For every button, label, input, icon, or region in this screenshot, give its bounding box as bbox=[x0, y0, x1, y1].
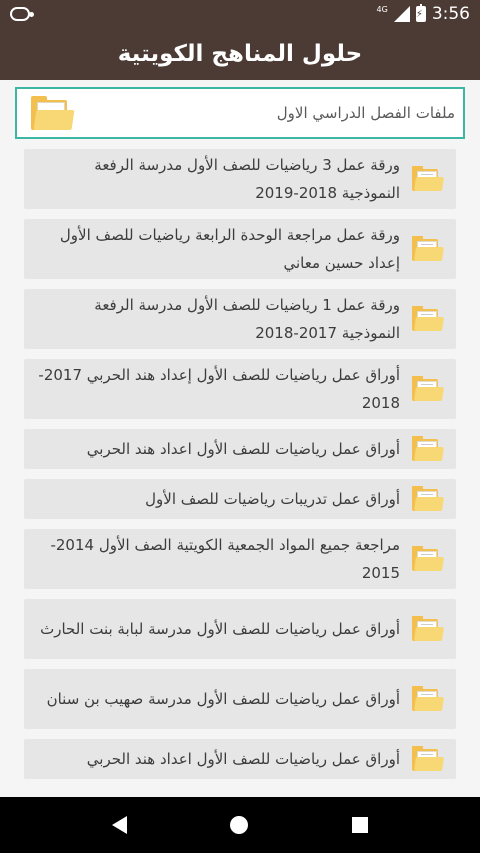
folder-icon bbox=[412, 306, 444, 332]
status-bar: 4G 3:56 bbox=[0, 0, 480, 28]
list-item[interactable]: أوراق عمل رياضيات للصف الأول مدرسة لبابة… bbox=[24, 599, 456, 659]
list-item-label: أوراق عمل رياضيات للصف الأول اعداد هند ا… bbox=[86, 750, 400, 768]
folder-icon bbox=[412, 546, 444, 572]
signal-icon bbox=[393, 6, 410, 22]
list-item-label: ورقة عمل مراجعة الوحدة الرابعة رياضيات ل… bbox=[59, 226, 400, 272]
list-item-label: ورقة عمل 1 رياضيات للصف الأول مدرسة الرف… bbox=[94, 296, 400, 342]
list-item-label: أوراق عمل رياضيات للصف الأول إعداد هند ا… bbox=[38, 366, 400, 412]
list-item-label: أوراق عمل رياضيات للصف الأول مدرسة صهيب … bbox=[46, 690, 400, 708]
list-item-label: أوراق عمل رياضيات للصف الأول اعداد هند ا… bbox=[86, 440, 400, 458]
list-item-label: أوراق عمل رياضيات للصف الأول مدرسة لبابة… bbox=[40, 620, 400, 638]
folder-icon bbox=[412, 616, 444, 642]
list-item[interactable]: ورقة عمل 3 رياضيات للصف الأول مدرسة الرف… bbox=[24, 149, 456, 209]
battery-icon bbox=[415, 4, 426, 22]
folder-icon bbox=[412, 746, 444, 772]
list-item[interactable]: أوراق عمل رياضيات للصف الأول مدرسة صهيب … bbox=[24, 669, 456, 729]
list-item[interactable]: أوراق عمل رياضيات للصف الأول اعداد هند ا… bbox=[24, 429, 456, 469]
clock: 3:56 bbox=[431, 4, 470, 24]
list-item[interactable]: ورقة عمل مراجعة الوحدة الرابعة رياضيات ل… bbox=[24, 219, 456, 279]
list-item[interactable]: ورقة عمل 1 رياضيات للصف الأول مدرسة الرف… bbox=[24, 289, 456, 349]
section-header[interactable]: ملفات الفصل الدراسي الاول bbox=[15, 87, 465, 139]
list-item[interactable]: أوراق عمل رياضيات للصف الأول اعداد هند ا… bbox=[24, 739, 456, 779]
list-item-label: مراجعة جميع المواد الجمعية الكويتية الصف… bbox=[50, 536, 400, 582]
back-icon[interactable] bbox=[111, 816, 127, 834]
app-title: حلول المناهج الكويتية bbox=[117, 41, 363, 67]
list-item[interactable]: أوراق عمل تدريبات رياضيات للصف الأول bbox=[24, 479, 456, 519]
folder-icon bbox=[31, 96, 75, 130]
folder-icon bbox=[412, 686, 444, 712]
list-item[interactable]: أوراق عمل رياضيات للصف الأول إعداد هند ا… bbox=[24, 359, 456, 419]
app-bar: حلول المناهج الكويتية bbox=[0, 28, 480, 80]
folder-icon bbox=[412, 486, 444, 512]
recent-apps-icon[interactable] bbox=[352, 817, 369, 833]
folder-icon bbox=[412, 376, 444, 402]
notification-icon bbox=[10, 7, 34, 21]
home-icon[interactable] bbox=[230, 816, 249, 834]
list-item[interactable]: مراجعة جميع المواد الجمعية الكويتية الصف… bbox=[24, 529, 456, 589]
network-type: 4G bbox=[376, 4, 388, 14]
folder-icon bbox=[412, 436, 444, 462]
list-item-label: ورقة عمل 3 رياضيات للصف الأول مدرسة الرف… bbox=[94, 156, 400, 202]
folder-icon bbox=[412, 166, 444, 192]
status-indicators: 4G 3:56 bbox=[377, 4, 470, 24]
list-item-label: أوراق عمل تدريبات رياضيات للصف الأول bbox=[145, 490, 400, 508]
section-header-label: ملفات الفصل الدراسي الاول bbox=[276, 104, 455, 122]
navigation-bar bbox=[0, 797, 480, 853]
folder-icon bbox=[412, 236, 444, 262]
